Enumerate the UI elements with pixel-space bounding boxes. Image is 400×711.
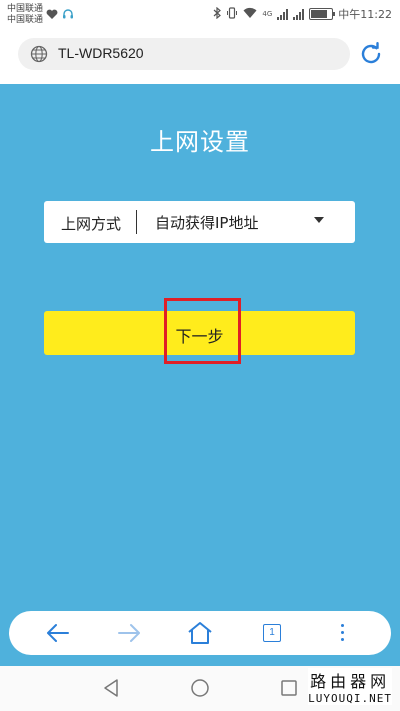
vibrate-icon	[226, 6, 238, 22]
watermark-chinese: 路由器网	[310, 672, 391, 691]
battery-level	[311, 10, 327, 18]
headset-icon	[62, 5, 74, 24]
nav-back-icon[interactable]	[102, 678, 120, 702]
browser-toolbar: 1	[9, 611, 391, 655]
connection-type-select[interactable]: 上网方式 自动获得IP地址	[44, 201, 355, 243]
network-type: 4G	[262, 10, 273, 18]
url-text: TL-WDR5620	[58, 45, 144, 61]
carrier-names: 中国联通 中国联通	[7, 4, 43, 26]
status-right: 4G 中午11:22	[213, 6, 392, 22]
caret-down-icon	[314, 217, 324, 223]
refresh-icon[interactable]	[359, 42, 383, 70]
forward-arrow-icon[interactable]	[115, 621, 143, 645]
globe-icon	[30, 45, 48, 67]
battery-icon	[309, 8, 336, 20]
nav-home-icon[interactable]	[190, 678, 210, 702]
signal-icon	[277, 8, 289, 20]
more-menu-icon[interactable]	[329, 621, 357, 645]
router-setup-page: 上网设置 上网方式 自动获得IP地址 下一步 1	[0, 84, 400, 666]
tabs-button[interactable]: 1	[258, 621, 286, 645]
status-bar: 中国联通 中国联通 4G 中午11:22	[0, 0, 400, 30]
system-nav-bar: 路由器网 LUYOUQI.NET	[0, 666, 400, 711]
carrier-1: 中国联通	[7, 4, 44, 14]
wifi-icon	[243, 7, 257, 21]
heart-icon	[46, 5, 58, 24]
notification-icons	[46, 5, 74, 24]
connection-type-value: 自动获得IP地址	[155, 214, 259, 232]
signal-2-icon	[293, 8, 305, 20]
url-field[interactable]: TL-WDR5620	[18, 38, 350, 70]
home-icon[interactable]	[186, 621, 214, 645]
watermark-domain: LUYOUQI.NET	[308, 692, 392, 705]
highlight-annotation	[164, 298, 241, 364]
carrier-2: 中国联通	[7, 15, 44, 25]
connection-type-label: 上网方式	[61, 215, 122, 233]
address-bar: TL-WDR5620	[0, 30, 400, 84]
watermark: 路由器网 LUYOUQI.NET	[308, 668, 392, 705]
divider	[136, 210, 137, 234]
back-arrow-icon[interactable]	[44, 621, 72, 645]
nav-recents-icon[interactable]	[280, 679, 298, 701]
bluetooth-icon	[213, 6, 222, 22]
clock: 中午11:22	[338, 8, 392, 21]
page-title: 上网设置	[150, 128, 250, 156]
tab-count: 1	[263, 624, 281, 642]
